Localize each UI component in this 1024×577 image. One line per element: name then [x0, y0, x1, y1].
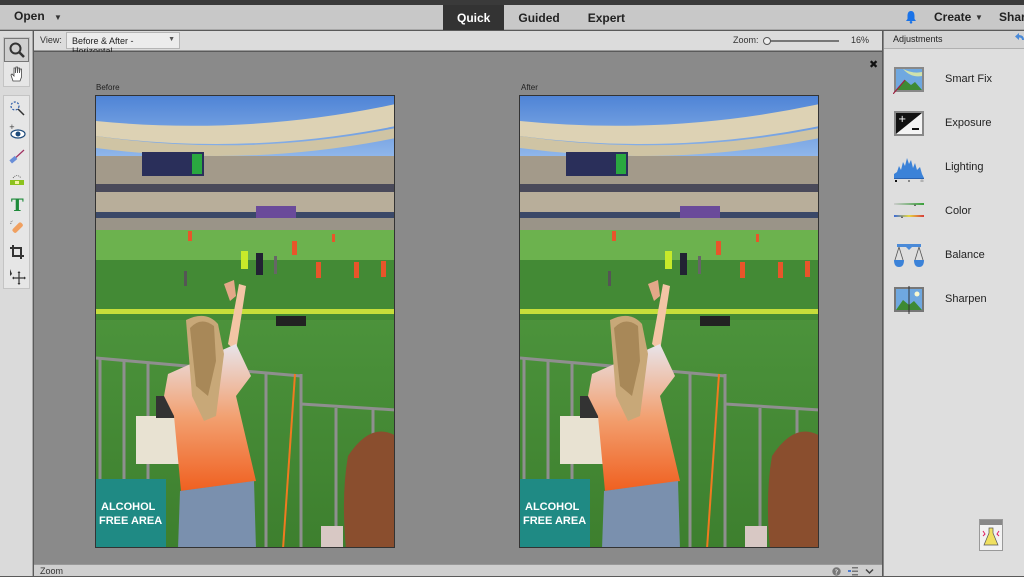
brush-icon	[8, 149, 24, 164]
stadium-photo-before	[96, 96, 394, 547]
move-icon	[9, 269, 26, 285]
svg-text:?: ?	[835, 568, 839, 576]
tab-expert[interactable]: Expert	[574, 5, 639, 30]
svg-text:+: +	[9, 123, 15, 131]
zoom-slider-thumb[interactable]	[763, 37, 771, 45]
before-image[interactable]	[95, 95, 395, 548]
zoom-slider[interactable]	[763, 37, 841, 45]
adjustment-smart-fix[interactable]: Smart Fix	[884, 61, 1024, 101]
balance-icon	[894, 244, 924, 267]
adjustments-title: Adjustments	[893, 34, 943, 44]
help-icon[interactable]: ?	[832, 566, 841, 576]
close-icon[interactable]: ✖	[869, 58, 878, 71]
flask-icon	[980, 520, 1002, 546]
crop-icon	[9, 245, 24, 259]
exposure-icon: +	[894, 111, 924, 136]
type-icon: T	[11, 196, 24, 213]
edit-tools-group: + T	[3, 95, 30, 289]
adjustment-label: Sharpen	[945, 293, 987, 305]
after-label: After	[521, 83, 538, 92]
hand-tool[interactable]	[4, 62, 29, 86]
status-bar-icons: ?	[832, 565, 874, 577]
pinned-action-icon[interactable]	[979, 519, 1003, 551]
straighten-tool[interactable]	[4, 168, 29, 192]
adjustment-exposure[interactable]: + Exposure	[884, 105, 1024, 145]
chevron-down-icon[interactable]	[865, 567, 874, 576]
status-bar: Zoom ?	[34, 564, 882, 576]
quick-selection-icon	[9, 101, 25, 116]
zoom-slider-track	[765, 40, 839, 42]
svg-text:T: T	[11, 196, 24, 213]
adjustment-lighting[interactable]: Lighting	[884, 149, 1024, 189]
smart-fix-icon	[893, 67, 924, 94]
after-image[interactable]	[519, 95, 819, 548]
hand-icon	[10, 66, 22, 82]
bandage-icon	[9, 220, 23, 233]
whiten-teeth-tool[interactable]	[4, 144, 29, 168]
options-bar: View: Before & After - Horizontal ▼ Zoom…	[34, 31, 882, 56]
zoom-tool[interactable]	[4, 38, 29, 62]
adjustment-sharpen[interactable]: Sharpen	[884, 281, 1024, 321]
share-button[interactable]: Share	[999, 10, 1024, 24]
zoom-value: 16%	[851, 35, 870, 45]
adjustment-label: Exposure	[945, 117, 992, 129]
magnifier-icon	[9, 42, 25, 58]
tab-guided[interactable]: Guided	[504, 5, 573, 30]
adjustment-color[interactable]: Color	[884, 193, 1024, 233]
adjustment-label: Color	[945, 205, 972, 217]
zoom-label: Zoom:	[733, 35, 759, 45]
level-icon	[9, 175, 24, 185]
spot-healing-tool[interactable]	[4, 216, 29, 240]
type-tool[interactable]: T	[4, 192, 29, 216]
eye-icon: +	[9, 123, 26, 139]
tool-bar: + T	[0, 31, 33, 576]
tab-quick[interactable]: Quick	[443, 5, 505, 30]
reset-icon[interactable]	[1015, 33, 1024, 45]
adjustment-label: Smart Fix	[945, 73, 993, 85]
notification-bell-icon[interactable]	[904, 10, 918, 24]
red-eye-tool[interactable]: +	[4, 120, 29, 144]
view-label: View:	[40, 35, 62, 45]
before-label: Before	[96, 83, 120, 92]
panel-options-icon[interactable]	[848, 566, 858, 576]
adjustment-balance[interactable]: Balance	[884, 237, 1024, 277]
crop-tool[interactable]	[4, 240, 29, 264]
create-dropdown-icon[interactable]: ▼	[975, 13, 983, 22]
open-dropdown-icon[interactable]: ▼	[54, 13, 62, 22]
lighting-icon	[894, 158, 924, 182]
adjustment-label: Lighting	[945, 161, 984, 173]
move-tool[interactable]	[4, 264, 29, 288]
stadium-photo-after	[520, 96, 818, 547]
color-icon	[894, 203, 924, 218]
adjustments-panel: Adjustments Smart Fix + Exposure Lightin…	[883, 31, 1024, 576]
menu-bar: Open ▼ Quick Guided Expert Create ▼ Shar…	[0, 5, 1024, 30]
view-dropdown[interactable]: Before & After - Horizontal ▼	[66, 32, 180, 56]
quick-selection-tool[interactable]	[4, 96, 29, 120]
mode-tabs: Quick Guided Expert	[443, 5, 639, 30]
svg-text:+: +	[898, 114, 906, 125]
adjustments-header: Adjustments	[884, 31, 1024, 49]
sharpen-icon	[894, 286, 924, 314]
status-zoom-label: Zoom	[40, 566, 64, 576]
view-tools-group	[3, 37, 30, 87]
create-button[interactable]: Create	[934, 10, 971, 24]
chevron-down-icon: ▼	[168, 36, 175, 43]
adjustment-label: Balance	[945, 249, 985, 261]
open-button[interactable]: Open	[14, 9, 45, 23]
canvas-area: ✖ Before After	[34, 52, 882, 564]
